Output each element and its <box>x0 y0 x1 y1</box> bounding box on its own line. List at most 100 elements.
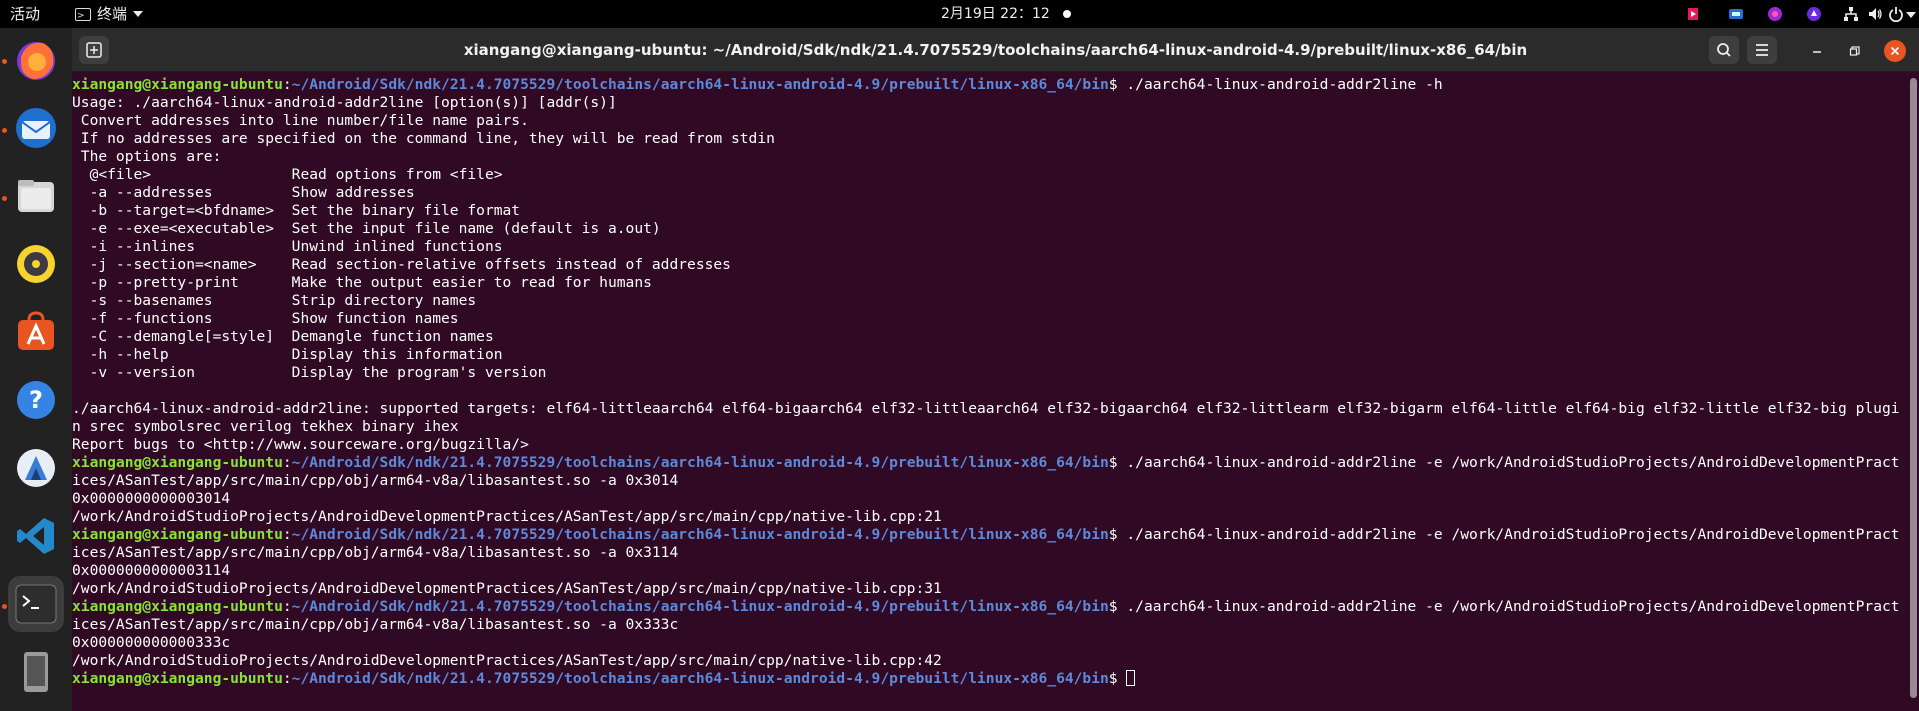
gpu-indicator-icon[interactable] <box>1728 6 1744 22</box>
dock: ? <box>0 28 72 711</box>
prompt-symbol: $ <box>1108 670 1127 687</box>
terminal-line: xiangang@xiangang-ubuntu:~/Android/Sdk/n… <box>72 598 1900 633</box>
terminal-line: xiangang@xiangang-ubuntu:~/Android/Sdk/n… <box>72 454 1900 489</box>
terminal-line: 0x0000000000003114 <box>72 562 231 579</box>
search-icon <box>1717 43 1731 57</box>
app-indicator-icon[interactable] <box>1685 6 1701 22</box>
terminal-icon <box>75 2 91 30</box>
search-button[interactable] <box>1709 36 1739 64</box>
close-icon <box>1890 46 1900 56</box>
terminal-output[interactable]: xiangang@xiangang-ubuntu:~/Android/Sdk/n… <box>72 72 1907 711</box>
prompt-user: xiangang@xiangang-ubuntu <box>72 454 283 471</box>
maximize-button[interactable] <box>1844 40 1866 62</box>
software-icon <box>18 311 54 350</box>
tray-app-icon[interactable] <box>1767 6 1783 22</box>
terminal-icon <box>15 584 57 624</box>
terminal-line: -j --section=<name> Read section-relativ… <box>72 256 731 273</box>
terminal-line: -s --basenames Strip directory names <box>72 292 477 309</box>
terminal-line: -f --functions Show function names <box>72 310 459 327</box>
text-cursor <box>1126 670 1136 686</box>
terminal-line: /work/AndroidStudioProjects/AndroidDevel… <box>72 652 942 669</box>
help-icon: ? <box>17 381 55 419</box>
terminal-line: -i --inlines Unwind inlined functions <box>72 238 503 255</box>
terminal-line: Report bugs to <http://www.sourceware.or… <box>72 436 529 453</box>
tray-app2-icon[interactable] <box>1806 6 1822 22</box>
terminal-line: -v --version Display the program's versi… <box>72 364 547 381</box>
svg-text:?: ? <box>29 386 43 414</box>
dock-help[interactable]: ? <box>8 372 64 428</box>
files-icon <box>18 180 54 212</box>
terminal-line: xiangang@xiangang-ubuntu:~/Android/Sdk/n… <box>72 76 1443 93</box>
running-indicator <box>2 59 7 64</box>
top-bar: 活动 终端 2月19日 22：12 <box>0 0 1919 30</box>
terminal-line: The options are: <box>72 148 222 165</box>
close-button[interactable] <box>1884 40 1906 62</box>
network-icon[interactable] <box>1843 6 1859 22</box>
power-icon[interactable] <box>1888 6 1904 22</box>
firefox-icon <box>17 42 55 80</box>
terminal-line: -p --pretty-print Make the output easier… <box>72 274 652 291</box>
activities-button[interactable]: 活动 <box>10 0 40 28</box>
terminal-line: -b --target=<bfdname> Set the binary fil… <box>72 202 521 219</box>
chevron-down-icon <box>133 11 144 17</box>
prompt-user: xiangang@xiangang-ubuntu <box>72 526 283 543</box>
prompt-user: xiangang@xiangang-ubuntu <box>72 670 283 687</box>
terminal-line: /work/AndroidStudioProjects/AndroidDevel… <box>72 508 942 525</box>
terminal-line: -a --addresses Show addresses <box>72 184 415 201</box>
device-icon <box>24 652 48 692</box>
dock-software[interactable] <box>8 304 64 360</box>
terminal-line: If no addresses are specified on the com… <box>72 130 775 147</box>
terminal-line: ./aarch64-linux-android-addr2line: suppo… <box>72 400 1900 435</box>
dock-app[interactable] <box>8 440 64 496</box>
minimize-button[interactable] <box>1806 40 1828 62</box>
dock-device[interactable] <box>8 644 64 700</box>
running-indicator <box>2 128 7 133</box>
dock-rhythmbox[interactable] <box>8 236 64 292</box>
prompt-user: xiangang@xiangang-ubuntu <box>72 76 283 93</box>
terminal-line: -C --demangle[=style] Demangle function … <box>72 328 494 345</box>
notification-dot-icon <box>1063 10 1071 18</box>
restore-icon <box>1849 46 1860 56</box>
title-bar[interactable]: xiangang@xiangang-ubuntu: ~/Android/Sdk/… <box>72 28 1919 72</box>
terminal-line: @<file> Read options from <file> <box>72 166 503 183</box>
dock-files[interactable] <box>8 168 64 224</box>
running-indicator <box>2 604 7 609</box>
minimize-icon <box>1813 51 1821 53</box>
vscode-icon <box>17 518 54 554</box>
terminal-line: 0x000000000000333c <box>72 634 231 651</box>
volume-icon[interactable] <box>1867 6 1883 22</box>
terminal-line: Convert addresses into line number/file … <box>72 112 529 129</box>
terminal-line: -e --exe=<executable> Set the input file… <box>72 220 661 237</box>
hamburger-icon <box>1756 44 1768 56</box>
app-menu-label: 终端 <box>97 5 128 23</box>
window-title: xiangang@xiangang-ubuntu: ~/Android/Sdk/… <box>463 41 1528 59</box>
terminal-line: Usage: ./aarch64-linux-android-addr2line… <box>72 94 617 111</box>
prompt-path: ~/Android/Sdk/ndk/21.4.7075529/toolchain… <box>291 76 1109 93</box>
chevron-down-icon[interactable] <box>1906 12 1916 18</box>
terminal-line: /work/AndroidStudioProjects/AndroidDevel… <box>72 580 942 597</box>
terminal-line: xiangang@xiangang-ubuntu:~/Android/Sdk/n… <box>72 526 1900 561</box>
rhythmbox-icon <box>17 245 55 283</box>
dock-firefox[interactable] <box>8 32 64 88</box>
clock[interactable]: 2月19日 22：12 <box>941 0 1050 28</box>
terminal-line: xiangang@xiangang-ubuntu:~/Android/Sdk/n… <box>72 670 1907 688</box>
dock-vscode[interactable] <box>8 508 64 564</box>
prompt-path: ~/Android/Sdk/ndk/21.4.7075529/toolchain… <box>291 526 1109 543</box>
thunderbird-icon <box>16 108 56 148</box>
prompt-user: xiangang@xiangang-ubuntu <box>72 598 283 615</box>
terminal-window: xiangang@xiangang-ubuntu: ~/Android/Sdk/… <box>72 28 1919 711</box>
prompt-path: ~/Android/Sdk/ndk/21.4.7075529/toolchain… <box>291 454 1109 471</box>
dock-terminal[interactable] <box>8 576 64 632</box>
menu-button[interactable] <box>1747 36 1777 64</box>
command-text: $ ./aarch64-linux-android-addr2line -h <box>1108 76 1443 93</box>
terminal-line: -h --help Display this information <box>72 346 503 363</box>
app-icon <box>17 449 55 487</box>
prompt-path: ~/Android/Sdk/ndk/21.4.7075529/toolchain… <box>291 670 1109 687</box>
terminal-line: 0x0000000000003014 <box>72 490 231 507</box>
app-menu[interactable]: 终端 <box>75 0 144 30</box>
dock-thunderbird[interactable] <box>8 100 64 156</box>
scrollbar[interactable] <box>1910 78 1917 698</box>
running-indicator <box>2 196 7 201</box>
prompt-path: ~/Android/Sdk/ndk/21.4.7075529/toolchain… <box>291 598 1109 615</box>
